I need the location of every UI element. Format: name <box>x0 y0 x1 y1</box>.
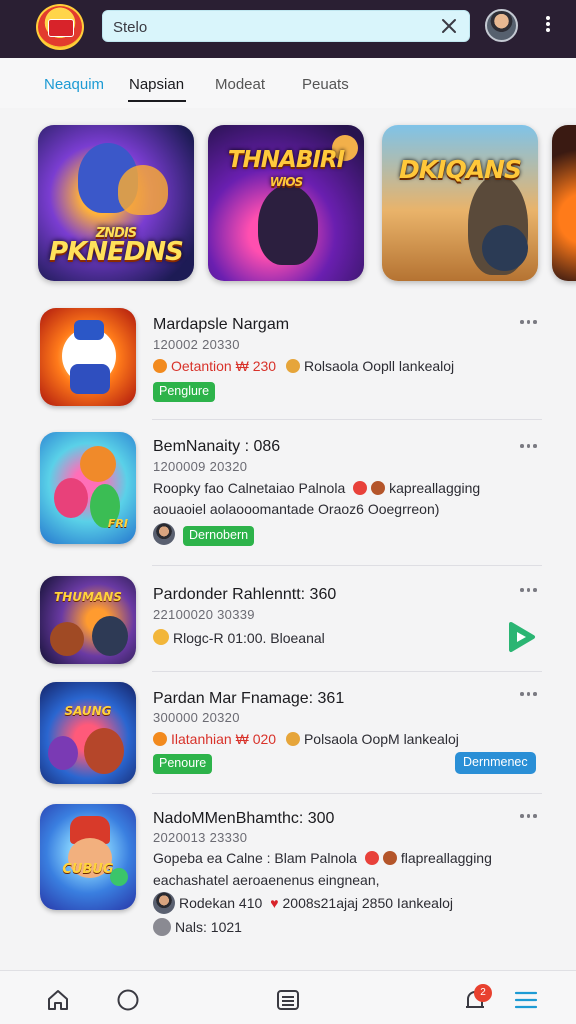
emoji-icon <box>285 732 300 746</box>
emoji-icon <box>371 481 386 495</box>
game-thumbnail[interactable]: THUMANS <box>40 576 136 664</box>
library-icon[interactable] <box>275 987 301 1013</box>
game-meta: Rlogc-R 01:00. Bloeanal <box>153 629 325 646</box>
thumbnail-text: THUMANS <box>54 590 122 604</box>
emoji-icon <box>285 359 300 373</box>
more-options-icon[interactable] <box>520 444 540 452</box>
list-item[interactable]: CUBUG NadoMMenBhamthc: 300 2020013 23330… <box>0 794 576 954</box>
list-item[interactable]: SAUNG Pardan Mar Fnamage: 361 300000 203… <box>0 672 576 794</box>
game-title[interactable]: Pardan Mar Fnamage: 361 <box>153 690 344 708</box>
thumbnail-text: SAUNG <box>64 704 112 718</box>
game-stat-detail: Rolsaola Oopll lankealoj <box>303 358 455 374</box>
notification-badge: 2 <box>474 984 492 1002</box>
game-author: Rodekan 410 ♥ 2008s21ajaj 2850 Iankealoj <box>153 892 453 914</box>
game-description: eachashatel aeroaenenus eingnean, <box>153 872 380 888</box>
game-stat: Ilatanhian ₩ 020 <box>171 731 277 747</box>
action-badge[interactable]: Dernmenec <box>455 752 536 774</box>
heart-icon[interactable]: ♥ <box>270 895 278 911</box>
featured-game-card[interactable] <box>552 125 576 281</box>
game-thumbnail[interactable] <box>40 308 136 406</box>
status-badge: Penglure <box>153 382 216 402</box>
more-options-icon[interactable] <box>520 588 540 596</box>
category-tabs: Neaquim Napsian Modeat Peuats <box>0 58 576 108</box>
game-art-title: DKIQANS <box>399 155 522 184</box>
game-date: 2020013 23330 <box>153 830 248 845</box>
featured-carousel[interactable]: ZNDIS PKNEDNS THNABIRI WIOS DKIQANS <box>0 118 576 290</box>
game-date: 120002 20330 <box>153 337 240 352</box>
game-thumbnail[interactable]: FRI <box>40 432 136 544</box>
search-bar[interactable] <box>102 10 470 42</box>
game-description: aouaoiel aolaooomantade Oraoz6 Ooegrreon… <box>153 501 440 517</box>
tab-neaquim[interactable]: Neaquim <box>44 76 104 93</box>
more-options-icon[interactable] <box>520 814 540 822</box>
game-title[interactable]: NadoMMenBhamthc: 300 <box>153 810 334 828</box>
tab-modeat[interactable]: Modeat <box>215 76 265 93</box>
game-date: 300000 20320 <box>153 710 240 725</box>
thumbnail-text: FRI <box>107 517 128 530</box>
game-title[interactable]: Pardonder Rahlenntt: 360 <box>153 586 336 604</box>
more-options-icon[interactable] <box>520 692 540 700</box>
list-item[interactable]: THUMANS Pardonder Rahlenntt: 360 2210002… <box>0 566 576 672</box>
game-art-title: PKNEDNS <box>49 237 184 267</box>
heart-emoji-icon <box>353 481 368 495</box>
fire-icon <box>153 732 167 746</box>
game-title[interactable]: BemNanaity : 086 <box>153 438 280 456</box>
game-meta: Oetantion ₩ 230 Rolsaola Oopll lankealoj <box>153 358 454 374</box>
tab-napsian[interactable]: Napsian <box>129 76 184 93</box>
list-item[interactable]: FRI BemNanaity : 086 1200009 20320 Roopk… <box>0 420 576 566</box>
game-meta: Gopeba ea Calne : Blam Palnola flapreall… <box>153 850 492 866</box>
game-author <box>153 523 179 545</box>
tab-peuats[interactable]: Peuats <box>302 76 349 93</box>
author-name: Rodekan 410 <box>179 895 263 911</box>
emoji-icon <box>382 851 397 865</box>
featured-game-card[interactable]: THNABIRI WIOS <box>208 125 364 281</box>
game-stat: Roopky fao Calnetaiao Palnola <box>153 480 346 496</box>
game-stat-detail: flapreallagging <box>400 850 492 866</box>
game-meta: Roopky fao Calnetaiao Palnola kapreallag… <box>153 480 480 496</box>
game-count: Nals: 1021 <box>175 919 242 935</box>
game-meta: Ilatanhian ₩ 020 Polsaola OopM lankealoj <box>153 731 459 747</box>
bottom-navigation: 2 <box>0 970 576 1024</box>
game-thumbnail[interactable]: SAUNG <box>40 682 136 784</box>
author-stats: 2008s21ajaj 2850 Iankealoj <box>282 895 453 911</box>
game-stat: Gopeba ea Calne : Blam Palnola <box>153 850 357 866</box>
tab-indicator <box>128 100 186 102</box>
author-avatar[interactable] <box>153 523 175 545</box>
game-info: Nals: 1021 <box>153 918 242 936</box>
user-avatar[interactable] <box>485 9 518 42</box>
game-thumbnail[interactable]: CUBUG <box>40 804 136 910</box>
author-avatar[interactable] <box>153 892 175 914</box>
fire-icon <box>153 359 167 373</box>
game-art-title: THNABIRI <box>227 147 345 173</box>
more-options-icon[interactable] <box>520 320 540 328</box>
info-icon <box>153 918 171 936</box>
game-stat-detail: kapreallagging <box>389 480 481 496</box>
game-title[interactable]: Mardapsle Nargam <box>153 316 289 334</box>
top-app-bar <box>0 0 576 58</box>
game-date: 1200009 20320 <box>153 459 248 474</box>
close-icon[interactable] <box>439 16 459 36</box>
game-date: 22100020 30339 <box>153 607 255 622</box>
app-logo[interactable] <box>36 4 84 50</box>
play-icon[interactable] <box>503 620 537 654</box>
circle-icon[interactable] <box>115 987 141 1013</box>
heart-emoji-icon <box>364 851 379 865</box>
status-badge: Dernobern <box>183 526 255 546</box>
featured-game-card[interactable]: DKIQANS <box>382 125 538 281</box>
game-stat-detail: Polsaola OopM lankealoj <box>303 731 459 747</box>
status-badge: Penoure <box>153 754 213 774</box>
game-stat: Oetantion ₩ 230 <box>171 358 277 374</box>
list-item[interactable]: Mardapsle Nargam 120002 20330 Oetantion … <box>0 296 576 420</box>
game-stat: Rlogc-R 01:00. Bloeanal <box>173 630 325 646</box>
search-input[interactable] <box>113 16 423 38</box>
smile-emoji-icon <box>153 629 169 645</box>
more-options-icon[interactable] <box>538 14 558 38</box>
featured-game-card[interactable]: ZNDIS PKNEDNS <box>38 125 194 281</box>
game-art-subtitle: WIOS <box>269 175 304 189</box>
home-icon[interactable] <box>45 987 71 1013</box>
menu-icon[interactable] <box>513 987 539 1013</box>
